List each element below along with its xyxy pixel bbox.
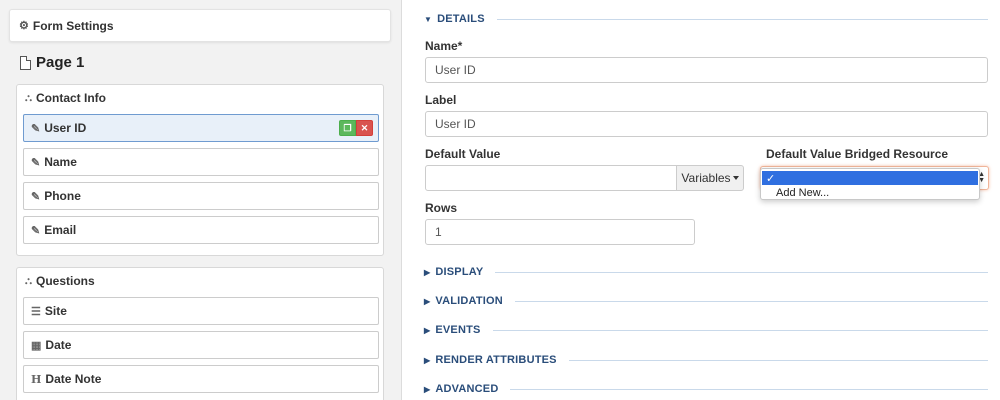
label-input[interactable]: User ID bbox=[425, 111, 988, 137]
rows-input[interactable]: 1 bbox=[425, 219, 695, 245]
name-input[interactable]: User ID bbox=[425, 57, 988, 83]
default-value-input[interactable] bbox=[425, 165, 677, 191]
section-render-attributes-toggle[interactable]: ▶ RENDER ATTRIBUTES bbox=[424, 354, 988, 366]
field-properties-panel: ▼ DETAILS Name* User ID Label User ID De… bbox=[402, 0, 1000, 400]
field-email[interactable]: ✎ Email bbox=[23, 216, 379, 244]
dropdown-option-empty[interactable]: ✓ bbox=[762, 171, 978, 185]
page-title[interactable]: Page 1 bbox=[20, 54, 84, 71]
group-title-label: Questions bbox=[36, 274, 95, 288]
edit-icon: ✎ bbox=[31, 156, 41, 169]
field-label: Email bbox=[44, 223, 77, 237]
section-display-toggle[interactable]: ▶ DISPLAY bbox=[424, 266, 988, 278]
section-advanced-toggle[interactable]: ▶ ADVANCED bbox=[424, 383, 988, 395]
field-date[interactable]: ▦ Date bbox=[23, 331, 379, 359]
section-divider bbox=[492, 329, 988, 331]
section-label: VALIDATION bbox=[435, 295, 503, 307]
caret-right-icon: ▶ bbox=[424, 384, 431, 394]
field-label: User ID bbox=[44, 121, 87, 135]
default-value-label: Default Value bbox=[425, 147, 501, 161]
sitemap-icon: ⛬ bbox=[25, 275, 32, 287]
edit-icon: ✎ bbox=[31, 224, 41, 237]
section-label: DISPLAY bbox=[435, 266, 484, 278]
field-date-note[interactable]: H Date Note bbox=[23, 365, 379, 393]
section-label: ADVANCED bbox=[435, 383, 499, 395]
name-label: Name* bbox=[425, 39, 463, 53]
caret-down-icon: ▼ bbox=[424, 14, 433, 24]
field-label: Date bbox=[45, 338, 72, 352]
section-divider bbox=[568, 359, 988, 361]
caret-right-icon: ▶ bbox=[424, 296, 431, 306]
bridged-resource-dropdown: ✓ Add New... bbox=[760, 168, 980, 200]
form-settings-button[interactable]: ⚙ Form Settings bbox=[9, 9, 391, 42]
page-title-label: Page 1 bbox=[36, 54, 85, 71]
edit-icon: ✎ bbox=[31, 190, 41, 203]
delete-icon[interactable]: ✕ bbox=[356, 120, 373, 136]
label-label: Label bbox=[425, 93, 457, 107]
field-site[interactable]: ☰ Site bbox=[23, 297, 379, 325]
field-label: Date Note bbox=[45, 372, 102, 386]
variables-button-label: Variables bbox=[681, 171, 731, 185]
bridged-resource-label: Default Value Bridged Resource bbox=[766, 147, 949, 161]
group-title: ⛬ Contact Info bbox=[17, 85, 383, 111]
calendar-icon: ▦ bbox=[31, 339, 42, 352]
caret-right-icon: ▶ bbox=[424, 267, 431, 277]
form-builder-sidebar: ⚙ Form Settings Page 1 ⛬ Contact Info ✎ … bbox=[0, 0, 402, 400]
group-questions[interactable]: ⛬ Questions ☰ Site ▦ Date H Date Note bbox=[16, 267, 384, 400]
section-divider bbox=[496, 18, 988, 20]
section-divider bbox=[495, 271, 988, 273]
header-icon: H bbox=[31, 372, 42, 386]
field-actions: ❐ ✕ bbox=[339, 120, 373, 136]
caret-right-icon: ▶ bbox=[424, 325, 431, 335]
caret-right-icon: ▶ bbox=[424, 355, 431, 365]
variables-button[interactable]: Variables bbox=[676, 165, 744, 191]
section-label: EVENTS bbox=[435, 324, 481, 336]
copy-icon[interactable]: ❐ bbox=[339, 120, 356, 136]
field-label: Site bbox=[44, 304, 67, 318]
page-icon bbox=[20, 55, 31, 70]
check-icon: ✓ bbox=[766, 172, 776, 185]
section-validation-toggle[interactable]: ▶ VALIDATION bbox=[424, 295, 988, 307]
field-phone[interactable]: ✎ Phone bbox=[23, 182, 379, 210]
section-divider bbox=[514, 300, 988, 302]
rows-label: Rows bbox=[425, 201, 458, 215]
caret-down-icon bbox=[732, 176, 739, 180]
list-icon: ☰ bbox=[31, 305, 41, 318]
group-title: ⛬ Questions bbox=[17, 268, 383, 294]
section-events-toggle[interactable]: ▶ EVENTS bbox=[424, 324, 988, 336]
sitemap-icon: ⛬ bbox=[25, 92, 32, 104]
form-settings-label: Form Settings bbox=[32, 18, 114, 33]
field-user-id[interactable]: ✎ User ID ❐ ✕ bbox=[23, 114, 379, 142]
field-label: Name bbox=[44, 155, 77, 169]
section-divider bbox=[510, 388, 988, 390]
field-name[interactable]: ✎ Name bbox=[23, 148, 379, 176]
section-label: DETAILS bbox=[437, 13, 485, 25]
gear-icon: ⚙ bbox=[19, 20, 29, 32]
section-label: RENDER ATTRIBUTES bbox=[435, 354, 557, 366]
edit-icon: ✎ bbox=[31, 122, 41, 135]
group-contact-info[interactable]: ⛬ Contact Info ✎ User ID ❐ ✕ ✎ Name ✎ Ph… bbox=[16, 84, 384, 256]
group-title-label: Contact Info bbox=[36, 91, 106, 105]
field-label: Phone bbox=[44, 189, 81, 203]
dropdown-option-add-new[interactable]: Add New... bbox=[761, 186, 979, 200]
section-details-toggle[interactable]: ▼ DETAILS bbox=[424, 13, 988, 25]
